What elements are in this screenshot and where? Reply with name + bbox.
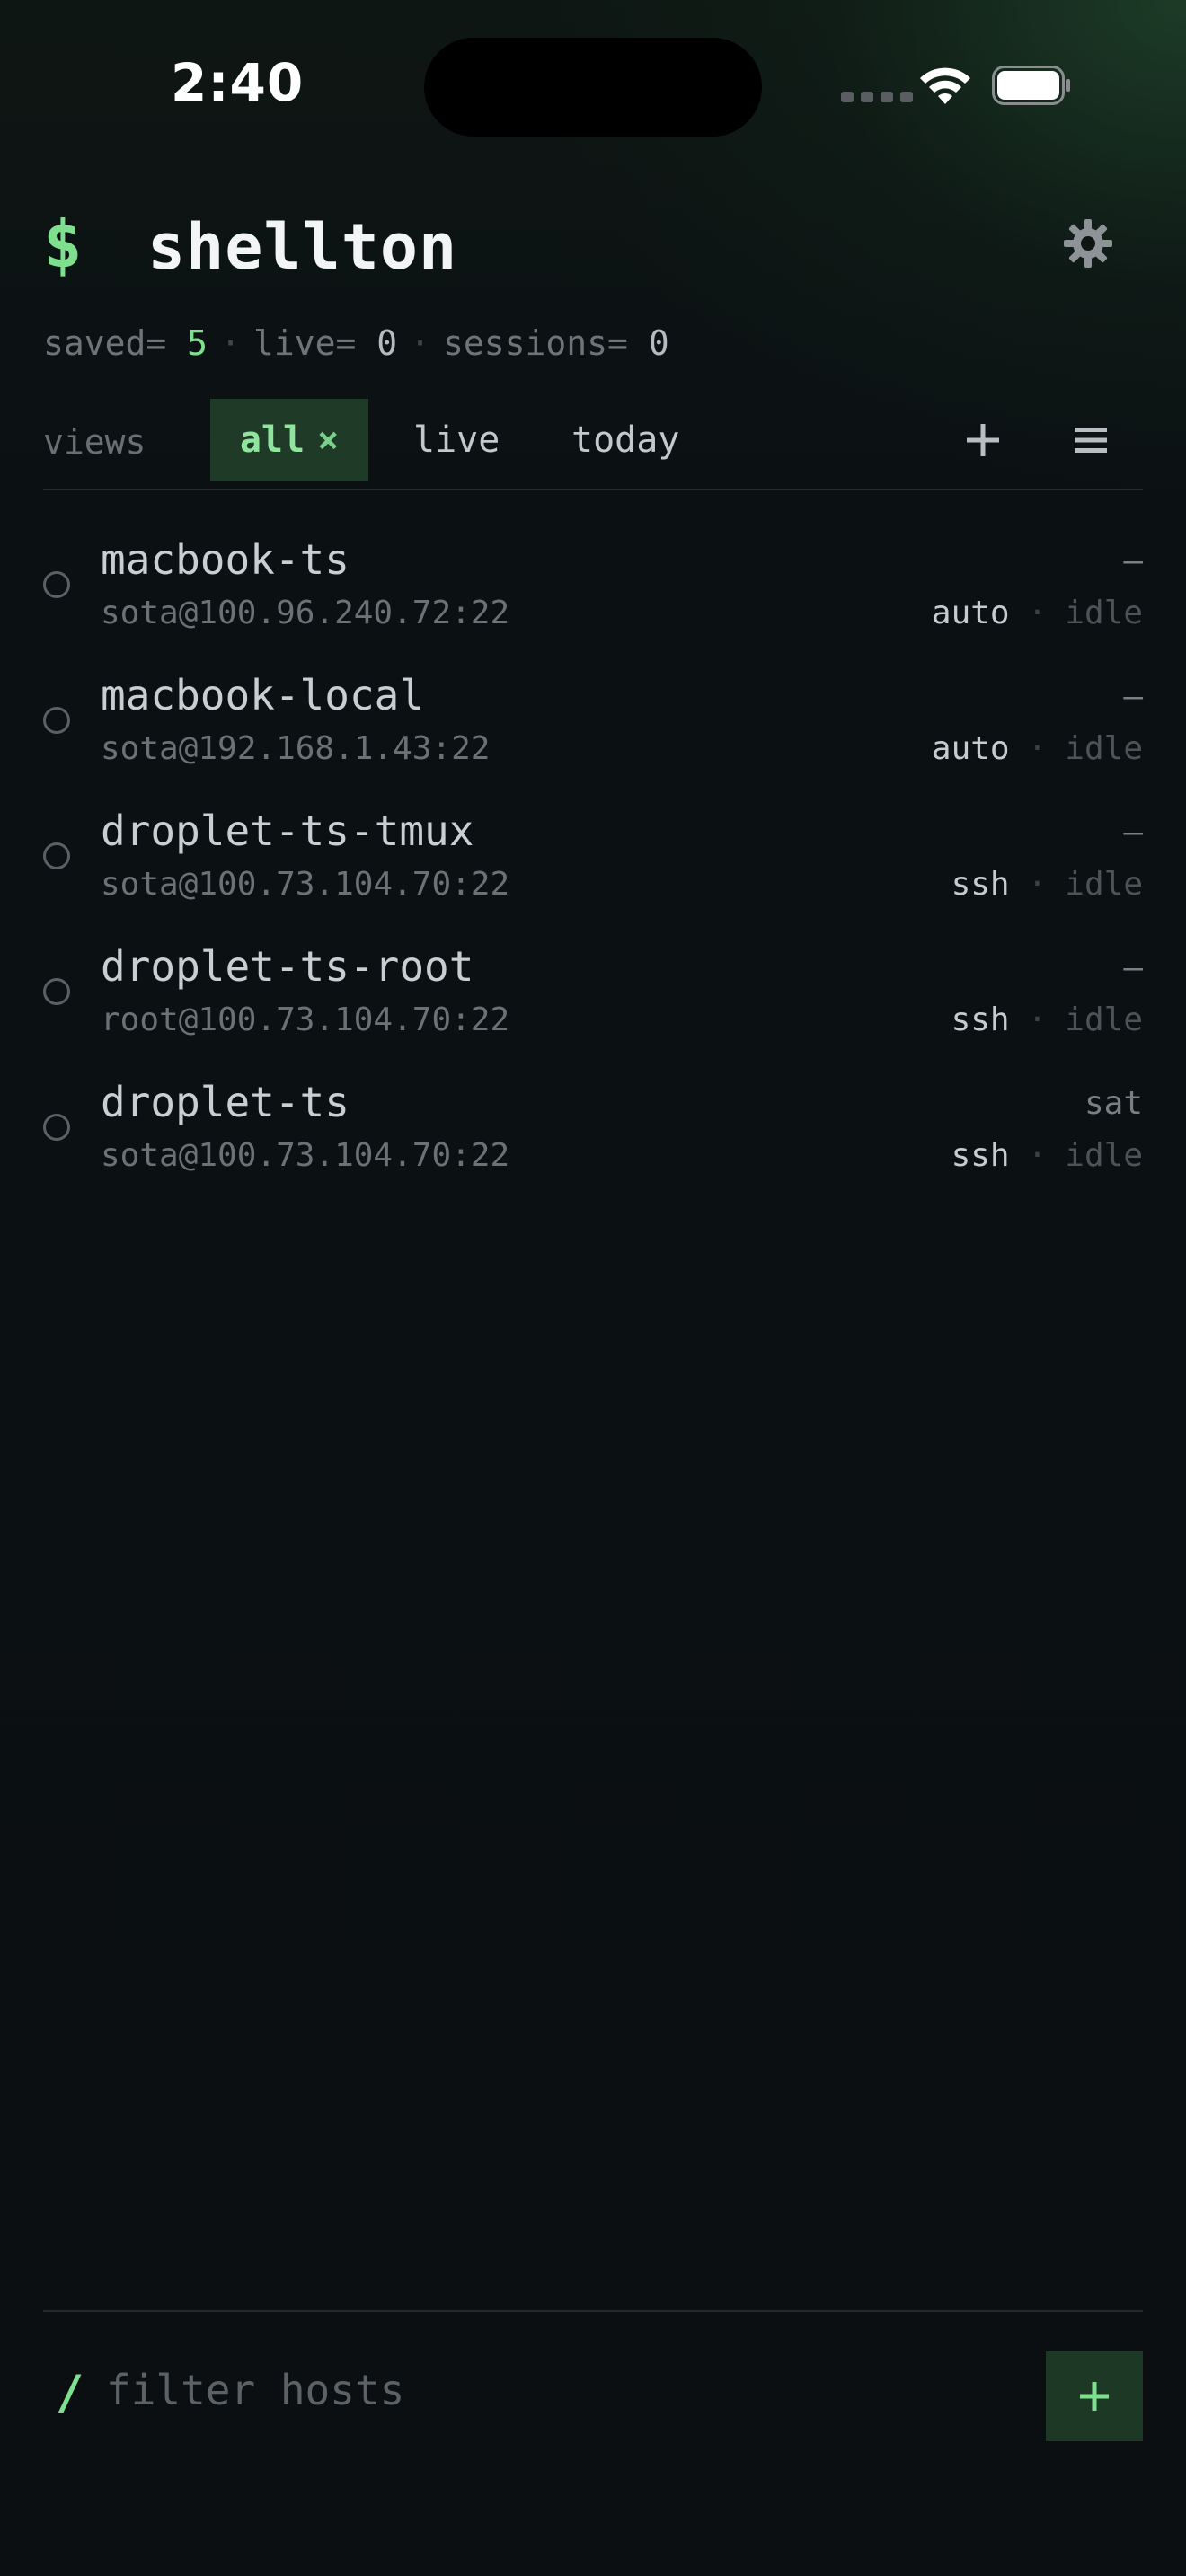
host-status: idle (1065, 1137, 1143, 1174)
tab-today[interactable]: today (571, 399, 679, 481)
host-row[interactable]: macbook-ts sota@100.96.240.72:22 — auto ·… (43, 530, 1143, 666)
filter-hosts-input[interactable] (106, 2359, 915, 2422)
host-address: sota@192.168.1.43:22 (101, 730, 491, 767)
dynamic-island (424, 38, 762, 137)
host-type: auto (931, 595, 1010, 631)
host-list: macbook-ts sota@100.96.240.72:22 — auto ·… (43, 530, 1143, 1208)
host-type: auto (931, 730, 1010, 767)
radio-circle-icon[interactable] (43, 1114, 70, 1141)
screen: 2:40 $ shellton saved= 5 · live= 0 · ses… (0, 0, 1186, 2576)
tab-all-label: all (239, 419, 305, 461)
host-status: idle (1065, 595, 1143, 631)
host-address: root@100.73.104.70:22 (101, 1001, 510, 1038)
filter-bar: / (43, 2310, 1143, 2456)
views-label: views (43, 422, 146, 462)
host-type: ssh (951, 1137, 1010, 1174)
host-name: droplet-ts (101, 1078, 350, 1126)
stats-line: saved= 5 · live= 0 · sessions= 0 (43, 323, 669, 363)
host-separator: · (1027, 730, 1048, 767)
host-last-used: — (1123, 678, 1143, 715)
live-label: live= (252, 323, 357, 363)
host-meta: ssh · idle (951, 1137, 1143, 1174)
host-meta: ssh · idle (951, 866, 1143, 903)
prompt-symbol: $ (43, 207, 83, 282)
app-header: $ shellton (43, 207, 1143, 287)
cellular-signal-icon (841, 92, 913, 102)
status-bar: 2:40 (0, 0, 1186, 180)
stats-separator: · (410, 323, 431, 363)
saved-count: 5 (187, 323, 208, 363)
host-status: idle (1065, 1001, 1143, 1038)
host-last-used: — (1123, 814, 1143, 851)
tab-live[interactable]: live (413, 399, 500, 481)
sessions-label: sessions= (443, 323, 628, 363)
host-separator: · (1027, 866, 1048, 903)
host-type: ssh (951, 1001, 1010, 1038)
host-name: macbook-local (101, 671, 425, 719)
host-address: sota@100.73.104.70:22 (101, 866, 510, 903)
host-address: sota@100.96.240.72:22 (101, 595, 510, 631)
host-address: sota@100.73.104.70:22 (101, 1137, 510, 1174)
host-name: macbook-ts (101, 535, 350, 584)
host-row[interactable]: droplet-ts-tmux sota@100.73.104.70:22 — … (43, 801, 1143, 937)
host-separator: · (1027, 595, 1048, 631)
sessions-count: 0 (648, 323, 669, 363)
filter-slash-icon: / (56, 2366, 84, 2420)
tab-all[interactable]: all × (210, 399, 368, 481)
host-row[interactable]: macbook-local sota@192.168.1.43:22 — aut… (43, 666, 1143, 801)
gear-icon[interactable] (1062, 217, 1114, 269)
host-status: idle (1065, 866, 1143, 903)
radio-circle-icon[interactable] (43, 571, 70, 598)
wifi-icon (920, 67, 970, 104)
views-bar: views all × live today (43, 399, 1143, 490)
host-last-used: sat (1084, 1085, 1143, 1122)
menu-icon[interactable] (1073, 420, 1109, 460)
battery-icon (992, 66, 1070, 105)
host-type: ssh (951, 866, 1010, 903)
host-meta: ssh · idle (951, 1001, 1143, 1038)
host-meta: auto · idle (932, 595, 1143, 631)
host-row[interactable]: droplet-ts-root root@100.73.104.70:22 — … (43, 937, 1143, 1072)
host-name: droplet-ts-tmux (101, 807, 474, 855)
live-count: 0 (376, 323, 398, 363)
host-separator: · (1027, 1001, 1048, 1038)
radio-circle-icon[interactable] (43, 842, 70, 869)
host-status: idle (1065, 730, 1143, 767)
radio-circle-icon[interactable] (43, 707, 70, 734)
host-meta: auto · idle (932, 730, 1143, 767)
saved-label: saved= (43, 323, 167, 363)
radio-circle-icon[interactable] (43, 978, 70, 1005)
close-icon[interactable]: × (317, 419, 339, 461)
host-name: droplet-ts-root (101, 942, 474, 991)
host-last-used: — (1123, 543, 1143, 579)
add-host-button[interactable] (1046, 2351, 1143, 2441)
host-last-used: — (1123, 949, 1143, 986)
plus-icon (1080, 2382, 1109, 2411)
status-time: 2:40 (171, 52, 305, 113)
app-title: shellton (147, 210, 458, 284)
host-separator: · (1027, 1137, 1048, 1174)
host-row[interactable]: droplet-ts sota@100.73.104.70:22 sat ssh… (43, 1072, 1143, 1208)
stats-separator: · (220, 323, 241, 363)
plus-icon[interactable] (960, 417, 1006, 463)
